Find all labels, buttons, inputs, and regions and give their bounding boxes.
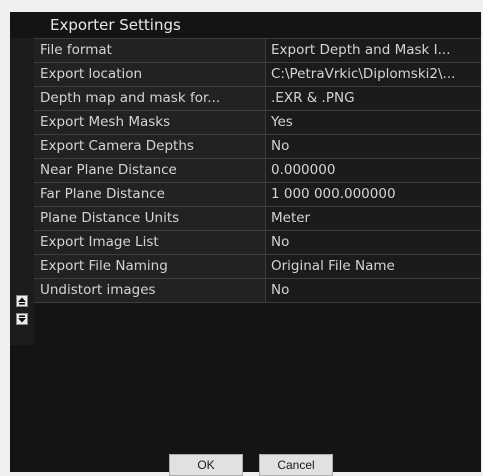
property-label: Export location (34, 63, 266, 86)
property-value[interactable]: .EXR & .PNG (266, 87, 481, 110)
property-value[interactable]: Original File Name (266, 255, 481, 278)
property-label: Undistort images (34, 279, 266, 302)
ok-button[interactable]: OK (169, 454, 243, 476)
property-row-far-plane-distance[interactable]: Far Plane Distance 1 000 000.000000 (34, 182, 481, 206)
arrow-down-icon[interactable] (16, 313, 28, 325)
property-row-export-mesh-masks[interactable]: Export Mesh Masks Yes (34, 110, 481, 134)
property-row-undistort-images[interactable]: Undistort images No (34, 278, 481, 303)
property-row-plane-distance-units[interactable]: Plane Distance Units Meter (34, 206, 481, 230)
property-label: Far Plane Distance (34, 183, 266, 206)
property-value[interactable]: 1 000 000.000000 (266, 183, 481, 206)
property-row-export-camera-depths[interactable]: Export Camera Depths No (34, 134, 481, 158)
property-row-export-location[interactable]: Export location C:\PetraVrkic\Diplomski2… (34, 62, 481, 86)
arrow-up-icon[interactable] (16, 295, 28, 307)
property-label: Export Camera Depths (34, 135, 266, 158)
property-value[interactable]: Export Depth and Mask I... (266, 39, 481, 62)
property-label: Depth map and mask for... (34, 87, 266, 110)
property-label: Near Plane Distance (34, 159, 266, 182)
property-value[interactable]: No (266, 135, 481, 158)
property-row-export-image-list[interactable]: Export Image List No (34, 230, 481, 254)
property-row-file-format[interactable]: File format Export Depth and Mask I... (34, 38, 481, 62)
property-row-export-file-naming[interactable]: Export File Naming Original File Name (34, 254, 481, 278)
property-value[interactable]: Meter (266, 207, 481, 230)
property-value[interactable]: 0.000000 (266, 159, 481, 182)
property-row-near-plane-distance[interactable]: Near Plane Distance 0.000000 (34, 158, 481, 182)
property-grid: File format Export Depth and Mask I... E… (34, 38, 481, 303)
settings-panel: Exporter Settings File format Export Dep… (10, 12, 481, 472)
exporter-settings-dialog: Exporter Settings File format Export Dep… (0, 0, 483, 476)
cancel-button[interactable]: Cancel (259, 454, 333, 476)
property-row-depth-map-format[interactable]: Depth map and mask for... .EXR & .PNG (34, 86, 481, 110)
property-label: Export Image List (34, 231, 266, 254)
property-label: Export File Naming (34, 255, 266, 278)
property-label: File format (34, 39, 266, 62)
property-value[interactable]: C:\PetraVrkic\Diplomski2\... (266, 63, 481, 86)
property-label: Plane Distance Units (34, 207, 266, 230)
property-value[interactable]: No (266, 279, 481, 302)
property-value[interactable]: No (266, 231, 481, 254)
property-value[interactable]: Yes (266, 111, 481, 134)
property-label: Export Mesh Masks (34, 111, 266, 134)
section-header-title: Exporter Settings (34, 12, 481, 38)
